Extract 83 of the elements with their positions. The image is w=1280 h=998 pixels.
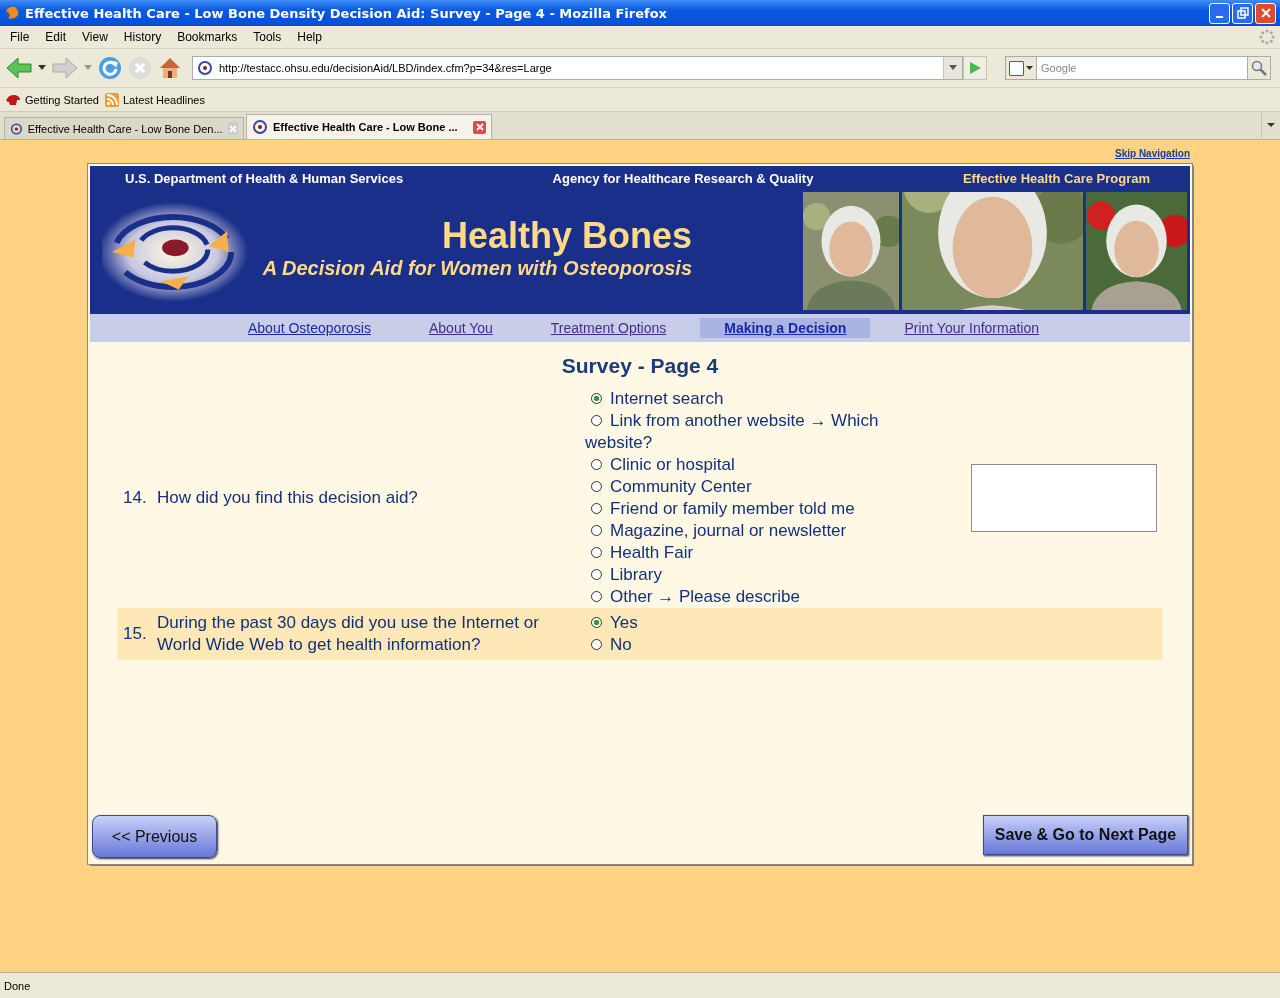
radio-option[interactable]: Internet search <box>585 388 903 410</box>
play-icon <box>968 61 982 75</box>
radio-button[interactable] <box>591 525 602 536</box>
caret-icon <box>949 65 957 71</box>
dropdown-icon[interactable] <box>38 65 46 71</box>
question-text: During the past 30 days did you use the Internet or World Wide Web to get health information? <box>157 612 540 656</box>
radio-option[interactable]: No <box>585 634 903 656</box>
next-button[interactable]: Save & Go to Next Page <box>983 815 1188 855</box>
site-title: Healthy Bones <box>441 214 692 257</box>
radio-option[interactable]: Library <box>585 564 903 586</box>
radio-button[interactable] <box>591 617 602 628</box>
radio-button[interactable] <box>591 481 602 492</box>
status-text: Done <box>4 979 31 992</box>
close-tab-icon[interactable] <box>473 120 486 134</box>
site-subtitle: A Decision Aid for Women with Osteoporosis <box>262 256 692 280</box>
question-text: How did you find this decision aid? <box>157 487 419 509</box>
nav-link[interactable]: About Osteoporosis <box>224 318 395 338</box>
radio-button[interactable] <box>591 547 602 558</box>
radio-button[interactable] <box>591 415 602 426</box>
agency-name: Agency for Healthcare Research & Quality <box>552 171 814 188</box>
close-icon <box>475 123 484 131</box>
rss-feed-icon <box>105 92 119 107</box>
menu-item[interactable]: Edit <box>37 30 75 44</box>
radio-button[interactable] <box>591 639 602 650</box>
question-number: 15. <box>123 624 148 644</box>
dropdown-button[interactable] <box>943 57 962 79</box>
search-engine-button[interactable] <box>1005 56 1037 80</box>
menu-item[interactable]: Bookmarks <box>169 30 246 44</box>
radio-button[interactable] <box>591 503 602 514</box>
bookmark-item[interactable]: Latest Headlines <box>105 92 205 107</box>
nav-link[interactable]: Treatment Options <box>526 318 691 338</box>
radio-button[interactable] <box>591 591 602 602</box>
search-button[interactable] <box>1247 56 1271 80</box>
agency-name: U.S. Department of Health & Human Services <box>125 171 404 188</box>
restore-button[interactable] <box>1232 2 1253 24</box>
menu-item[interactable]: File <box>2 30 38 44</box>
back-icon[interactable] <box>6 57 32 79</box>
browser-tab[interactable]: Effective Health Care - Low Bone ... <box>246 114 492 139</box>
search-field[interactable]: Google <box>1037 56 1247 80</box>
restore-icon <box>1236 7 1249 19</box>
reload-icon[interactable] <box>98 56 122 80</box>
minimize-button[interactable] <box>1209 2 1230 24</box>
search-icon <box>1251 60 1267 76</box>
menu-item[interactable]: Help <box>289 30 330 44</box>
close-icon <box>1259 7 1272 19</box>
radio-option[interactable]: Other → Please describe <box>585 586 903 608</box>
radio-option[interactable]: Clinic or hospital <box>585 454 903 476</box>
radio-option[interactable]: Link from another website → Which website? <box>585 410 903 454</box>
caret-icon <box>1026 65 1033 71</box>
throbber-icon <box>1258 28 1276 46</box>
menu-item[interactable]: History <box>115 30 170 44</box>
address-field[interactable]: http://testacc.ohsu.edu/decisionAid/LBD/index.cfm?p=34&res=Large <box>192 56 963 80</box>
skip-navigation-link[interactable]: Skip Navigation <box>1115 147 1190 159</box>
answer-field[interactable] <box>971 464 1157 532</box>
radio-option[interactable]: Friend or family member told me <box>585 498 903 520</box>
previous-button[interactable]: << Previous <box>92 815 217 858</box>
dog-head-icon <box>5 92 21 107</box>
survey-title: Survey - Page 4 <box>560 354 720 378</box>
caret-icon <box>1267 122 1275 128</box>
menu-item[interactable]: Tools <box>245 30 290 44</box>
swirl-icon <box>10 120 23 137</box>
nav-link[interactable]: Print Your Information <box>880 318 1064 338</box>
radio-button[interactable] <box>591 459 602 470</box>
radio-option[interactable]: Yes <box>585 612 903 634</box>
radio-button[interactable] <box>591 569 602 580</box>
minimize-icon <box>1216 15 1223 18</box>
radio-option[interactable]: Community Center <box>585 476 903 498</box>
radio-option[interactable]: Magazine, journal or newsletter <box>585 520 903 542</box>
menu-item[interactable]: View <box>74 30 116 44</box>
browser-tab[interactable]: Effective Health Care - Low Bone Den... <box>4 117 244 139</box>
swirl-icon <box>252 119 268 135</box>
nav-link[interactable]: Making a Decision <box>700 318 871 338</box>
nav-link[interactable]: About You <box>404 318 517 338</box>
close-button[interactable] <box>1255 2 1276 24</box>
swirl-icon <box>197 60 213 76</box>
question-number: 14. <box>123 488 148 508</box>
radio-option[interactable]: Health Fair <box>585 542 903 564</box>
close-icon <box>228 124 237 133</box>
agency-name: Effective Health Care Program <box>962 171 1150 188</box>
home-icon[interactable] <box>158 56 182 80</box>
bookmark-item[interactable]: Getting Started <box>5 92 99 107</box>
radio-button[interactable] <box>591 393 602 404</box>
window-title: Effective Health Care - Low Bone Density Decision Aid: Survey - Page 4 - Mozilla Firefox <box>25 5 668 21</box>
